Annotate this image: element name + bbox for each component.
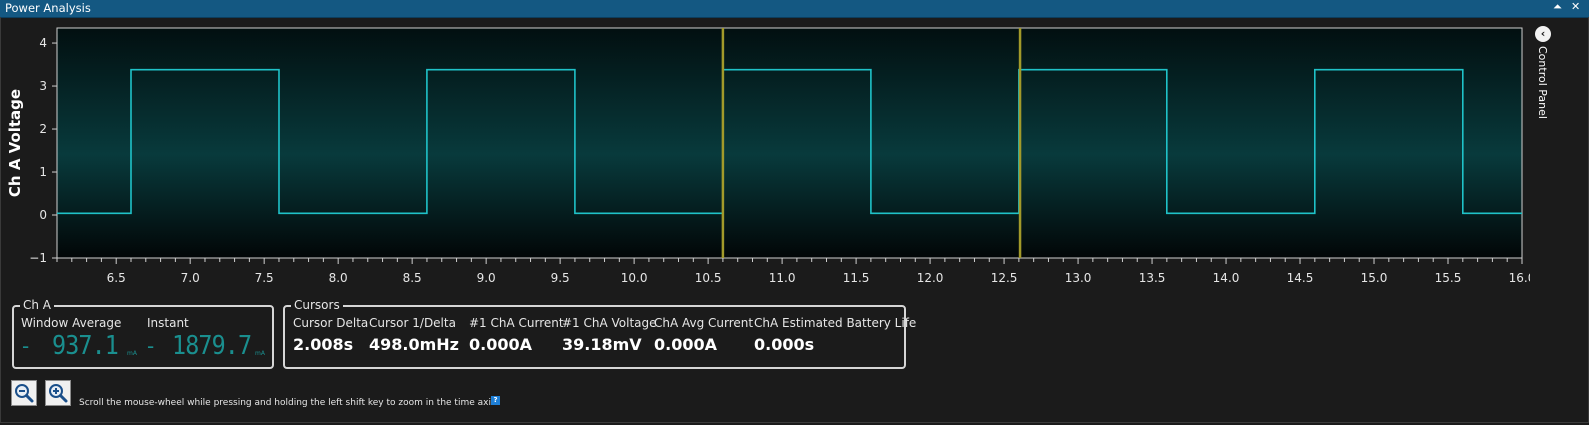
x-tick-label: 13.5 — [1139, 271, 1166, 285]
x-tick-label: 15.0 — [1361, 271, 1388, 285]
x-tick-label: 10.5 — [695, 271, 722, 285]
cursors-legend: Cursors — [291, 298, 343, 312]
cha-panel: Ch A Window Average Instant - 937.1 mA -… — [12, 298, 274, 369]
control-panel-tab[interactable]: ‹ Control Panel — [1532, 26, 1554, 126]
x-tick-label: 16.0 — [1509, 271, 1530, 285]
zoom-in-icon — [49, 384, 68, 403]
cursor-delta-value: 2.008s — [293, 335, 354, 354]
x-tick-label: 11.0 — [769, 271, 796, 285]
cursors-panel: Cursors Cursor Delta 2.008s Cursor 1/Del… — [283, 298, 916, 369]
window-titlebar: Power Analysis ⏶ ✕ — [0, 0, 1589, 18]
y-tick-label: −1 — [29, 251, 47, 265]
window-average-sign: - — [22, 334, 30, 358]
cursor-inverse-delta-label: Cursor 1/Delta — [369, 316, 456, 330]
cursor-delta-label: Cursor Delta — [293, 316, 369, 330]
chevron-left-icon[interactable]: ‹ — [1535, 26, 1551, 42]
instant-value: 1879.7 — [172, 331, 252, 361]
x-tick-label: 10.0 — [621, 271, 648, 285]
cha-voltage-label: #1 ChA Voltage — [562, 316, 657, 330]
x-tick-label: 15.5 — [1435, 271, 1462, 285]
instant-sign: - — [147, 334, 155, 358]
control-panel-label: Control Panel — [1536, 46, 1549, 119]
close-icon[interactable]: ✕ — [1571, 0, 1580, 13]
window-average-value: 937.1 — [52, 331, 119, 361]
x-tick-label: 8.5 — [403, 271, 422, 285]
x-tick-label: 7.0 — [181, 271, 200, 285]
window-title: Power Analysis — [5, 1, 91, 15]
x-tick-label: 8.0 — [329, 271, 348, 285]
x-tick-label: 12.5 — [991, 271, 1018, 285]
battery-life-value: 0.000s — [754, 335, 815, 354]
y-tick-label: 3 — [39, 79, 47, 93]
x-tick-label: 12.0 — [917, 271, 944, 285]
zoom-out-icon — [15, 384, 34, 403]
y-tick-label: 0 — [39, 208, 47, 222]
zoom-hint-text: Scroll the mouse-wheel while pressing an… — [79, 398, 499, 408]
cha-avg-current-label: ChA Avg Current — [654, 316, 754, 330]
cha-current-value: 0.000A — [469, 335, 532, 354]
y-tick-label: 4 — [39, 36, 47, 50]
x-tick-label: 14.0 — [1213, 271, 1240, 285]
x-tick-label: 14.5 — [1287, 271, 1314, 285]
instant-label: Instant — [147, 316, 189, 330]
pin-icon[interactable]: ⏶ — [1553, 0, 1562, 14]
window-average-label: Window Average — [21, 316, 122, 330]
help-icon[interactable]: ? — [491, 396, 500, 405]
y-axis-label: Ch A Voltage — [6, 89, 24, 197]
cha-current-label: #1 ChA Current — [469, 316, 564, 330]
cursor-inverse-delta-value: 498.0mHz — [369, 335, 459, 354]
x-tick-label: 6.5 — [107, 271, 126, 285]
cha-legend: Ch A — [20, 298, 55, 312]
instant-unit: mA — [255, 350, 265, 357]
battery-life-label: ChA Estimated Battery Life — [754, 316, 917, 330]
cha-avg-current-value: 0.000A — [654, 335, 717, 354]
x-tick-label: 9.0 — [477, 271, 496, 285]
voltage-chart[interactable]: Ch A Voltage −1 0 1 2 3 4 6.5 7.0 7.5 8.0 8.5 9.0 9… — [0, 18, 1530, 293]
zoom-in-button[interactable] — [45, 380, 71, 406]
cha-voltage-value: 39.18mV — [562, 335, 642, 354]
y-tick-label: 2 — [39, 122, 47, 136]
plot-area — [56, 27, 1523, 259]
x-tick-label: 9.5 — [551, 271, 570, 285]
x-tick-label: 13.0 — [1065, 271, 1092, 285]
x-tick-label: 7.5 — [255, 271, 274, 285]
y-tick-label: 1 — [39, 165, 47, 179]
x-tick-label: 11.5 — [843, 271, 870, 285]
window-average-unit: mA — [127, 350, 137, 357]
zoom-out-button[interactable] — [11, 380, 37, 406]
